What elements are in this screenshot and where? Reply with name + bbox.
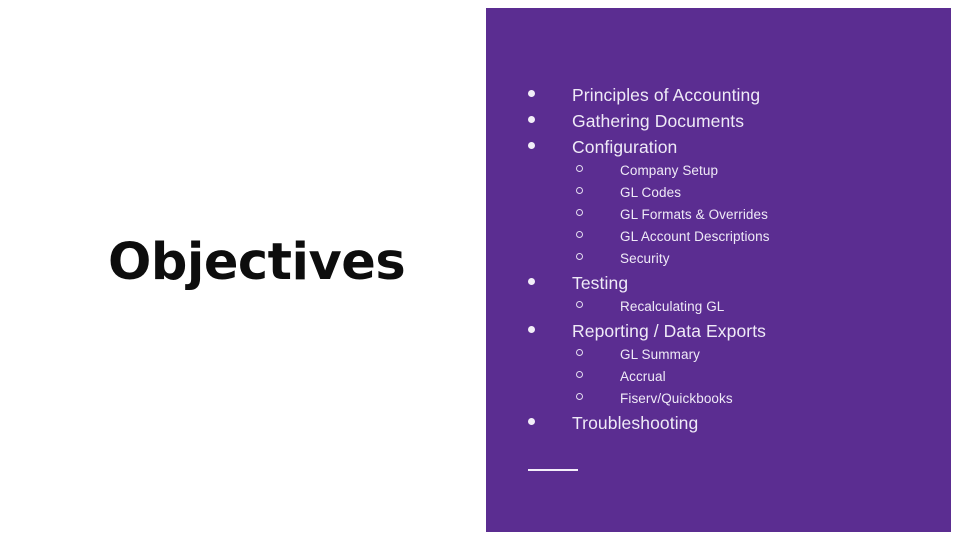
- bullet-dot-shape: [528, 90, 535, 97]
- filled-bullet-icon: [528, 276, 572, 294]
- bullet-ring-shape: [576, 253, 583, 260]
- bullet-dot-shape: [528, 142, 535, 149]
- outline-item-label: Principles of Accounting: [572, 85, 761, 105]
- bullet-ring-shape: [576, 301, 583, 308]
- outline-item-level2[interactable]: Security: [528, 248, 948, 270]
- hollow-bullet-icon: [528, 162, 620, 180]
- accent-rule-divider: [528, 469, 578, 471]
- outline-item-label: Security: [620, 251, 670, 266]
- bullet-ring-shape: [576, 187, 583, 194]
- outline-item-level1[interactable]: Troubleshooting: [528, 410, 948, 436]
- outline-item-label: Recalculating GL: [620, 299, 725, 314]
- outline-item-level2[interactable]: GL Summary: [528, 344, 948, 366]
- outline-item-level2[interactable]: GL Codes: [528, 182, 948, 204]
- outline-item-label: Fiserv/Quickbooks: [620, 391, 733, 406]
- outline-item-label: Testing: [572, 273, 629, 293]
- outline-list: Principles of Accounting Gathering Docume…: [528, 82, 948, 436]
- hollow-bullet-icon: [528, 184, 620, 202]
- hollow-bullet-icon: [528, 346, 620, 364]
- bullet-ring-shape: [576, 165, 583, 172]
- hollow-bullet-icon: [528, 250, 620, 268]
- outline-item-level1[interactable]: Principles of Accounting: [528, 82, 948, 108]
- outline-item-label: Reporting / Data Exports: [572, 321, 767, 341]
- outline-item-label: Company Setup: [620, 163, 719, 178]
- filled-bullet-icon: [528, 88, 572, 106]
- outline-item-level2[interactable]: Recalculating GL: [528, 296, 948, 318]
- bullet-dot-shape: [528, 326, 535, 333]
- bullet-dot-shape: [528, 418, 535, 425]
- bullet-ring-shape: [576, 393, 583, 400]
- filled-bullet-icon: [528, 114, 572, 132]
- outline-item-level1[interactable]: Reporting / Data Exports: [528, 318, 948, 344]
- outline-item-label: GL Account Descriptions: [620, 229, 770, 244]
- filled-bullet-icon: [528, 140, 572, 158]
- outline-item-level2[interactable]: GL Account Descriptions: [528, 226, 948, 248]
- bullet-ring-shape: [576, 349, 583, 356]
- bullet-dot-shape: [528, 278, 535, 285]
- outline-item-level2[interactable]: Fiserv/Quickbooks: [528, 388, 948, 410]
- hollow-bullet-icon: [528, 206, 620, 224]
- outline-item-label: GL Formats & Overrides: [620, 207, 768, 222]
- outline-item-label: GL Summary: [620, 347, 701, 362]
- content-panel: Principles of Accounting Gathering Docume…: [486, 8, 951, 532]
- outline-item-label: Gathering Documents: [572, 111, 745, 131]
- outline-item-level2[interactable]: Accrual: [528, 366, 948, 388]
- outline-item-label: Troubleshooting: [572, 413, 699, 433]
- outline-item-level2[interactable]: Company Setup: [528, 160, 948, 182]
- bullet-ring-shape: [576, 371, 583, 378]
- filled-bullet-icon: [528, 324, 572, 342]
- outline-item-label: Accrual: [620, 369, 666, 384]
- hollow-bullet-icon: [528, 390, 620, 408]
- title-area: Objectives: [0, 0, 486, 540]
- outline-item-level2[interactable]: GL Formats & Overrides: [528, 204, 948, 226]
- bullet-ring-shape: [576, 231, 583, 238]
- outline-item-level1[interactable]: Testing: [528, 270, 948, 296]
- hollow-bullet-icon: [528, 368, 620, 386]
- outline-item-level1[interactable]: Gathering Documents: [528, 108, 948, 134]
- filled-bullet-icon: [528, 416, 572, 434]
- page-title: Objectives: [108, 233, 406, 292]
- slide-canvas: Objectives Principles of Accounting Gathe…: [0, 0, 960, 540]
- bullet-ring-shape: [576, 209, 583, 216]
- outline-item-label: GL Codes: [620, 185, 682, 200]
- bullet-dot-shape: [528, 116, 535, 123]
- outline-item-level1[interactable]: Configuration: [528, 134, 948, 160]
- outline-item-label: Configuration: [572, 137, 678, 157]
- hollow-bullet-icon: [528, 228, 620, 246]
- hollow-bullet-icon: [528, 298, 620, 316]
